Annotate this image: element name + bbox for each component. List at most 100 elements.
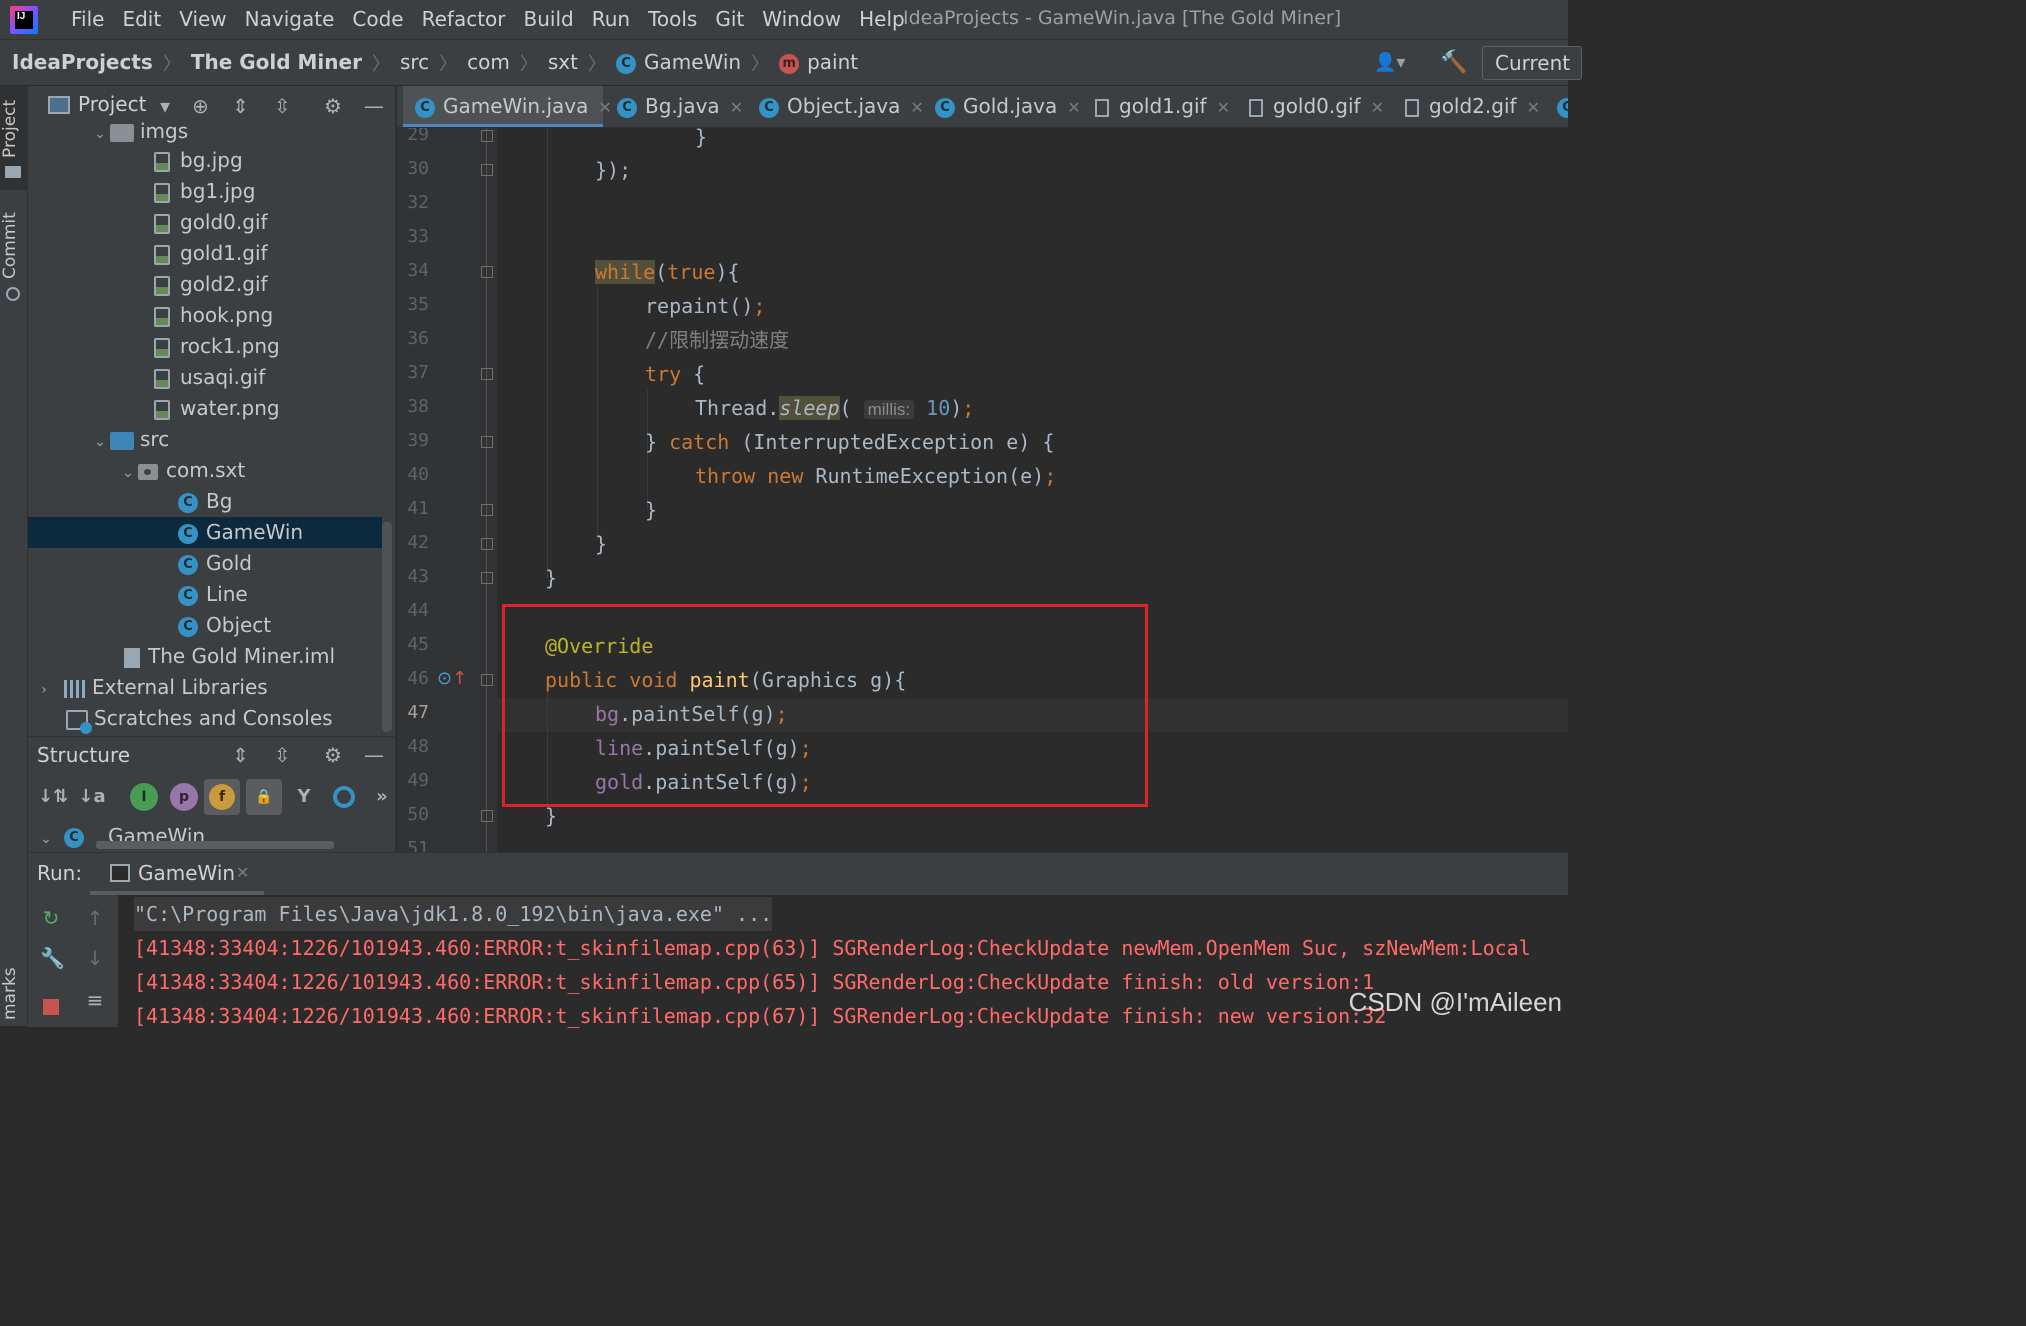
fold-marker-icon[interactable]: [481, 674, 493, 686]
fold-marker-icon[interactable]: [481, 436, 493, 448]
fold-marker-icon[interactable]: [481, 266, 493, 278]
menu-edit[interactable]: Edit: [113, 0, 170, 40]
breadcrumb-class[interactable]: C GameWin: [615, 40, 741, 86]
run-configuration-selector[interactable]: Current: [1482, 46, 1582, 80]
tree-file-gold1-gif[interactable]: gold1.gif: [28, 238, 382, 269]
menu-tools[interactable]: Tools: [639, 0, 706, 40]
breadcrumb-sxt[interactable]: sxt: [548, 40, 578, 86]
tree-file-hook-png[interactable]: hook.png: [28, 300, 382, 331]
tree-class-bg[interactable]: C Bg: [28, 486, 382, 517]
close-icon[interactable]: ✕: [1371, 98, 1384, 117]
code-editor[interactable]: 29 30 32 33 34 35 36 37 38 39 40 41 42 4…: [397, 128, 1568, 852]
breadcrumb-ideaprojects[interactable]: IdeaProjects: [12, 40, 153, 86]
tab-gamewin-java[interactable]: C GameWin.java ✕: [403, 86, 612, 127]
arrow-down-icon[interactable]: ↓: [84, 947, 106, 969]
wrench-icon[interactable]: 🔧: [40, 947, 65, 969]
structure-scrollbar[interactable]: [96, 841, 334, 849]
tab-gold-java[interactable]: C Gold.java ✕: [931, 86, 1081, 127]
menu-git[interactable]: Git: [706, 0, 753, 40]
dropdown-arrow-icon[interactable]: ▾: [160, 94, 170, 118]
menu-navigate[interactable]: Navigate: [236, 0, 344, 40]
close-icon[interactable]: ✕: [1067, 98, 1080, 117]
expand-all-icon[interactable]: ⇕: [232, 94, 249, 118]
tree-folder-imgs[interactable]: ⌄ imgs: [28, 116, 382, 147]
autoscroll-icon[interactable]: [330, 783, 358, 811]
stop-icon[interactable]: [40, 997, 62, 1019]
menu-build[interactable]: Build: [515, 0, 583, 40]
minimize-icon[interactable]: —: [364, 743, 384, 767]
tree-class-gold[interactable]: C Gold: [28, 548, 382, 579]
tree-file-gold0-gif[interactable]: gold0.gif: [28, 207, 382, 238]
tab-object-java[interactable]: C Object.java ✕: [753, 86, 924, 127]
tab-bg-java[interactable]: C Bg.java ✕: [611, 86, 743, 127]
breadcrumb-method[interactable]: m paint: [779, 40, 858, 86]
project-tree-scrollbar[interactable]: [382, 522, 392, 732]
fold-marker-icon[interactable]: [481, 130, 493, 142]
arrow-up-icon[interactable]: ↑: [84, 907, 106, 929]
close-icon[interactable]: ✕: [1527, 98, 1540, 117]
breadcrumb-src[interactable]: src: [400, 40, 429, 86]
close-icon[interactable]: ✕: [730, 98, 743, 117]
project-tool-tab[interactable]: Project: [0, 94, 28, 164]
fold-marker-icon[interactable]: [481, 810, 493, 822]
show-non-public-icon[interactable]: 🔒: [246, 779, 282, 815]
tab-gold0-gif[interactable]: gold0.gif ✕: [1249, 86, 1384, 127]
show-properties-icon[interactable]: p: [170, 783, 198, 811]
tree-package-com-sxt[interactable]: ⌄ com.sxt: [28, 455, 382, 486]
tree-folder-src[interactable]: ⌄ src: [28, 424, 382, 455]
tree-class-object[interactable]: C Object: [28, 610, 382, 641]
tree-file-rock1-png[interactable]: rock1.png: [28, 331, 382, 362]
gear-icon[interactable]: ⚙: [324, 94, 342, 118]
tree-class-gamewin[interactable]: C GameWin: [28, 517, 382, 548]
more-icon[interactable]: »: [368, 783, 396, 811]
breadcrumb-project[interactable]: The Gold Miner: [191, 40, 362, 86]
tree-file-bg1-jpg[interactable]: bg1.jpg: [28, 176, 382, 207]
menu-run[interactable]: Run: [583, 0, 639, 40]
tab-gold2-gif[interactable]: gold2.gif ✕: [1405, 86, 1540, 127]
close-icon[interactable]: ✕: [598, 98, 611, 117]
tree-class-line[interactable]: C Line: [28, 579, 382, 610]
sort-alphabetically-icon[interactable]: ↓a: [78, 783, 106, 811]
tree-external-libraries[interactable]: › External Libraries: [28, 672, 382, 703]
menu-window[interactable]: Window: [753, 0, 850, 40]
tree-scratches[interactable]: Scratches and Consoles: [28, 703, 382, 734]
fold-marker-icon[interactable]: [481, 164, 493, 176]
run-tab-gamewin[interactable]: GameWin ✕: [90, 853, 264, 895]
menu-view[interactable]: View: [170, 0, 235, 40]
commit-tool-tab[interactable]: Commit: [0, 211, 28, 281]
fold-marker-icon[interactable]: [481, 504, 493, 516]
menu-refactor[interactable]: Refactor: [413, 0, 515, 40]
menu-file[interactable]: File: [62, 0, 113, 40]
tree-file-water-png[interactable]: water.png: [28, 393, 382, 424]
expand-all-icon[interactable]: ⇕: [232, 743, 249, 767]
fold-marker-icon[interactable]: [481, 572, 493, 584]
user-account-icon[interactable]: 👤▾: [1374, 52, 1414, 74]
project-view-title[interactable]: Project: [78, 92, 146, 116]
fold-marker-icon[interactable]: [481, 368, 493, 380]
close-icon[interactable]: ✕: [1217, 98, 1230, 117]
show-inherited-icon[interactable]: I: [130, 783, 158, 811]
close-icon[interactable]: ✕: [910, 98, 923, 117]
minimize-icon[interactable]: —: [364, 94, 384, 118]
locate-file-icon[interactable]: ⊕: [192, 94, 209, 118]
fold-marker-icon[interactable]: [481, 538, 493, 550]
tab-gold1-gif[interactable]: gold1.gif ✕: [1095, 86, 1230, 127]
soft-wrap-icon[interactable]: ≡: [84, 989, 106, 1011]
filter-icon[interactable]: Y: [290, 783, 318, 811]
tree-file-iml[interactable]: The Gold Miner.iml: [28, 641, 382, 672]
collapse-all-icon[interactable]: ⇳: [274, 94, 291, 118]
gear-icon[interactable]: ⚙: [324, 743, 342, 767]
bookmarks-tool-tab[interactable]: marks: [0, 964, 28, 1024]
show-fields-toggle[interactable]: f: [204, 779, 240, 815]
menu-code[interactable]: Code: [343, 0, 412, 40]
tree-file-bg-jpg[interactable]: bg.jpg: [28, 145, 382, 176]
tree-file-usaqi-gif[interactable]: usaqi.gif: [28, 362, 382, 393]
close-icon[interactable]: ✕: [236, 863, 249, 882]
collapse-all-icon[interactable]: ⇳: [274, 743, 291, 767]
breadcrumb-com[interactable]: com: [467, 40, 510, 86]
rerun-icon[interactable]: ↻: [40, 907, 62, 929]
tree-file-gold2-gif[interactable]: gold2.gif: [28, 269, 382, 300]
override-method-icon[interactable]: ⊙↑: [437, 668, 467, 689]
tab-overflow[interactable]: C: [1557, 86, 1568, 127]
build-hammer-icon[interactable]: 🔨: [1440, 50, 1467, 75]
